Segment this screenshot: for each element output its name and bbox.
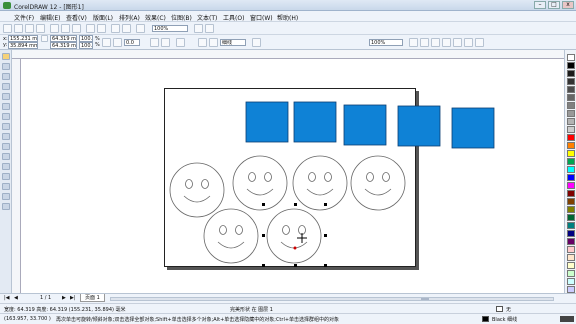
palette-swatch[interactable]	[567, 110, 575, 117]
blue-square[interactable]	[397, 105, 441, 147]
outline-swatch-icon	[482, 316, 489, 322]
palette-swatch[interactable]	[567, 118, 575, 125]
selection-handle[interactable]	[324, 234, 327, 237]
smiley-face[interactable]	[292, 155, 348, 211]
blue-square[interactable]	[245, 101, 289, 143]
fill-status: 无	[506, 307, 512, 313]
palette-swatch[interactable]	[567, 190, 575, 197]
palette-swatch[interactable]	[567, 102, 575, 109]
blue-square[interactable]	[451, 107, 495, 149]
horizontal-scrollbar[interactable]	[110, 297, 554, 301]
palette-swatch[interactable]	[567, 270, 575, 277]
outline-status: Black 细线	[492, 317, 518, 323]
palette-swatch[interactable]	[567, 254, 575, 261]
next-page-button[interactable]: ▶	[62, 295, 66, 301]
palette-swatch[interactable]	[567, 142, 575, 149]
palette-swatch[interactable]	[567, 222, 575, 229]
selection-handle[interactable]	[262, 264, 265, 267]
palette-swatch[interactable]	[567, 94, 575, 101]
object-dimensions: 宽度: 64.319 高度: 64.319 (155.231, 35.894) …	[4, 307, 126, 313]
palette-swatch[interactable]	[567, 286, 575, 293]
page-navigator: |◀ ◀ 1 / 1 ▶ ▶| 页面 1	[0, 293, 576, 303]
blue-square[interactable]	[293, 101, 337, 143]
palette-swatch[interactable]	[567, 262, 575, 269]
palette-swatch[interactable]	[567, 238, 575, 245]
fill-swatch-icon	[496, 306, 503, 312]
prev-page-button[interactable]: ◀	[14, 295, 18, 301]
palette-swatch[interactable]	[567, 126, 575, 133]
selection-handle[interactable]	[262, 203, 265, 206]
cursor-position: (163.957, 33.700 )	[4, 316, 51, 322]
selection-info: 完美形状 在 图层 1	[230, 307, 273, 313]
palette-swatch[interactable]	[567, 198, 575, 205]
status-bar-bottom: (163.957, 33.700 ) 再次单击可旋转/倾斜对象;双击选择全部对象…	[0, 313, 576, 324]
scroll-thumb[interactable]	[421, 298, 429, 300]
palette-swatch[interactable]	[567, 54, 575, 61]
palette-swatch[interactable]	[567, 206, 575, 213]
center-marker	[293, 246, 297, 250]
smiley-faces	[169, 155, 406, 264]
selection-handle[interactable]	[324, 203, 327, 206]
move-cursor-icon	[297, 233, 307, 243]
selection-handle[interactable]	[294, 203, 297, 206]
blue-square[interactable]	[343, 104, 387, 146]
palette-swatch[interactable]	[567, 182, 575, 189]
status-hint: 再次单击可旋转/倾斜对象;双击选择全部对象;Shift+单击选择多个对象;Alt…	[56, 317, 340, 323]
blue-squares	[245, 101, 495, 149]
status-bar-top: 宽度: 64.319 高度: 64.319 (155.231, 35.894) …	[0, 303, 576, 313]
palette-swatch[interactable]	[567, 150, 575, 157]
palette-swatch[interactable]	[567, 246, 575, 253]
smiley-face[interactable]	[266, 208, 322, 264]
palette-swatch[interactable]	[567, 86, 575, 93]
drawing-objects[interactable]	[0, 0, 576, 324]
smiley-face[interactable]	[169, 162, 225, 218]
palette-swatch[interactable]	[567, 230, 575, 237]
selection-handles	[262, 203, 327, 267]
palette-swatch[interactable]	[567, 134, 575, 141]
last-page-button[interactable]: ▶|	[70, 295, 76, 301]
first-page-button[interactable]: |◀	[4, 295, 10, 301]
palette-swatch[interactable]	[567, 62, 575, 69]
smiley-face[interactable]	[203, 208, 259, 264]
palette-swatch[interactable]	[567, 278, 575, 285]
selection-handle[interactable]	[262, 234, 265, 237]
palette-swatch[interactable]	[567, 158, 575, 165]
selection-handle[interactable]	[324, 264, 327, 267]
color-palette	[564, 50, 576, 295]
page-tab[interactable]: 页面 1	[80, 294, 105, 302]
selection-handle[interactable]	[294, 264, 297, 267]
palette-swatch[interactable]	[567, 166, 575, 173]
palette-swatch[interactable]	[567, 70, 575, 77]
page-counter: 1 / 1	[40, 295, 52, 301]
document-swatch-icon	[560, 316, 574, 322]
smiley-face[interactable]	[232, 155, 288, 211]
palette-swatch[interactable]	[567, 78, 575, 85]
palette-swatch[interactable]	[567, 214, 575, 221]
smiley-face[interactable]	[350, 155, 406, 211]
palette-swatch[interactable]	[567, 174, 575, 181]
